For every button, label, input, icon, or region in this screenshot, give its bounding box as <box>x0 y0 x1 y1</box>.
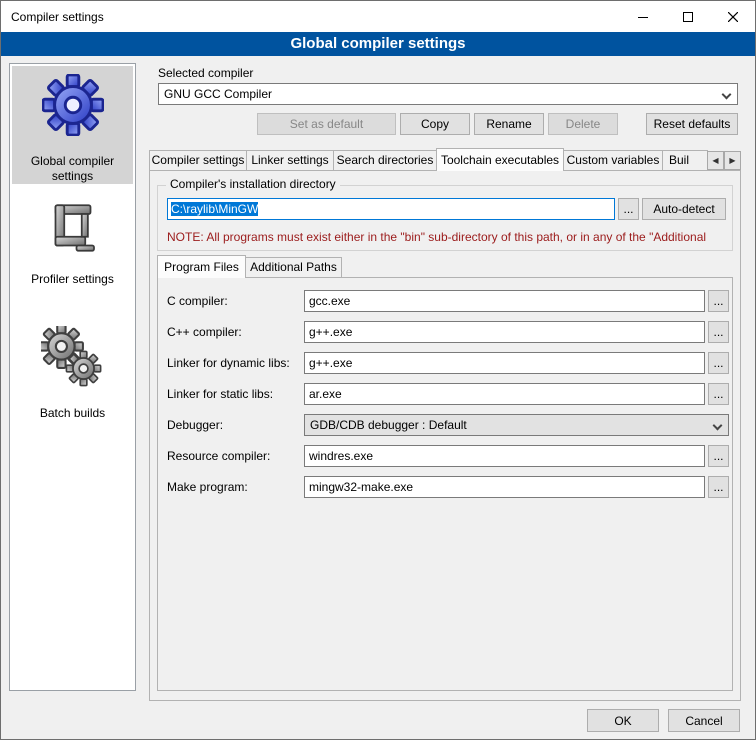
tab-custom-variables[interactable]: Custom variables <box>563 150 663 171</box>
install-dir-input[interactable]: C:\raylib\MinGW <box>167 198 615 220</box>
install-dir-selected-text: C:\raylib\MinGW <box>171 202 258 216</box>
set-as-default-button[interactable]: Set as default <box>257 113 396 135</box>
linker-dynamic-browse-button[interactable]: ... <box>708 352 729 374</box>
make-program-label: Make program: <box>167 476 248 498</box>
note-text: NOTE: All programs must exist either in … <box>167 230 727 244</box>
linker-static-browse-button[interactable]: ... <box>708 383 729 405</box>
sidebar-item-label: Batch builds <box>18 406 128 421</box>
compiler-select-value: GNU GCC Compiler <box>164 87 272 101</box>
sidebar-item-global-compiler-settings[interactable]: Global compiler settings <box>12 66 133 184</box>
maximize-button[interactable] <box>665 1 710 32</box>
compiler-select[interactable]: GNU GCC Compiler <box>158 83 738 105</box>
c-compiler-input[interactable] <box>304 290 705 312</box>
linker-static-input[interactable] <box>304 383 705 405</box>
tab-scroll-left-button[interactable]: ◀ <box>707 151 724 170</box>
debugger-select-value: GDB/CDB debugger : Default <box>310 418 467 432</box>
sidebar-item-label: Global compiler settings <box>18 154 128 184</box>
maximize-icon <box>683 12 693 22</box>
linker-dynamic-label: Linker for dynamic libs: <box>167 352 290 374</box>
titlebar: Compiler settings <box>1 1 755 32</box>
tab-linker-settings[interactable]: Linker settings <box>246 150 334 171</box>
install-dir-browse-button[interactable]: ... <box>618 198 639 220</box>
subtab-additional-paths[interactable]: Additional Paths <box>245 257 342 278</box>
tab-scroll-right-button[interactable]: ▶ <box>724 151 741 170</box>
resource-compiler-input[interactable] <box>304 445 705 467</box>
copy-button[interactable]: Copy <box>400 113 470 135</box>
profiler-icon <box>45 198 101 258</box>
ok-button[interactable]: OK <box>587 709 659 732</box>
c-compiler-label: C compiler: <box>167 290 228 312</box>
close-button[interactable] <box>710 1 755 32</box>
cpp-compiler-input[interactable] <box>304 321 705 343</box>
chevron-down-icon <box>722 90 732 100</box>
window-title: Compiler settings <box>1 10 104 24</box>
tab-toolchain-executables[interactable]: Toolchain executables <box>436 148 564 171</box>
cpp-compiler-label: C++ compiler: <box>167 321 242 343</box>
minimize-icon <box>638 12 648 22</box>
tab-compiler-settings[interactable]: Compiler settings <box>149 150 247 171</box>
make-program-browse-button[interactable]: ... <box>708 476 729 498</box>
sidebar-item-batch-builds[interactable]: Batch builds <box>12 320 133 426</box>
resource-compiler-label: Resource compiler: <box>167 445 270 467</box>
rename-button[interactable]: Rename <box>474 113 544 135</box>
chevron-down-icon <box>713 421 723 431</box>
debugger-select[interactable]: GDB/CDB debugger : Default <box>304 414 729 436</box>
page-title: Global compiler settings <box>1 32 755 56</box>
install-dir-group-title: Compiler's installation directory <box>166 177 340 191</box>
selected-compiler-label: Selected compiler <box>158 66 253 80</box>
cpp-compiler-browse-button[interactable]: ... <box>708 321 729 343</box>
resource-compiler-browse-button[interactable]: ... <box>708 445 729 467</box>
c-compiler-browse-button[interactable]: ... <box>708 290 729 312</box>
debugger-label: Debugger: <box>167 414 223 436</box>
tab-build-truncated[interactable]: Buil <box>662 150 708 171</box>
tab-search-directories[interactable]: Search directories <box>333 150 437 171</box>
subtab-program-files[interactable]: Program Files <box>157 255 246 278</box>
autodetect-button[interactable]: Auto-detect <box>642 198 726 220</box>
right-arrow-icon: ▶ <box>729 156 735 165</box>
close-icon <box>728 12 738 22</box>
left-arrow-icon: ◀ <box>712 156 718 165</box>
sidebar-item-label: Profiler settings <box>18 272 128 287</box>
minimize-button[interactable] <box>620 1 665 32</box>
gears-icon <box>41 326 105 390</box>
compiler-settings-window: Compiler settings Global compiler settin… <box>0 0 756 740</box>
gear-icon <box>42 74 104 136</box>
make-program-input[interactable] <box>304 476 705 498</box>
sidebar-item-profiler-settings[interactable]: Profiler settings <box>12 194 133 300</box>
linker-static-label: Linker for static libs: <box>167 383 273 405</box>
reset-defaults-button[interactable]: Reset defaults <box>646 113 738 135</box>
cancel-button[interactable]: Cancel <box>668 709 740 732</box>
delete-button[interactable]: Delete <box>548 113 618 135</box>
linker-dynamic-input[interactable] <box>304 352 705 374</box>
sidebar: Global compiler settings Profiler settin… <box>9 63 136 691</box>
caption-buttons <box>620 1 755 32</box>
